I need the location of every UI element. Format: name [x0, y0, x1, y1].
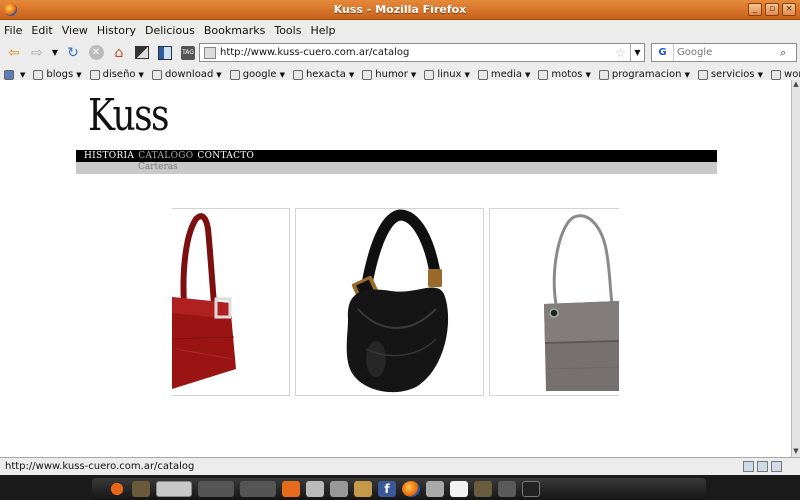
status-translate-icon[interactable] [757, 461, 768, 472]
window-thumbnail-icon[interactable] [198, 481, 234, 497]
facebook-icon[interactable]: f [378, 481, 396, 497]
tag-icon[interactable]: TAG [178, 43, 198, 63]
menu-bookmarks[interactable]: Bookmarks [204, 24, 265, 37]
bookmark-folder[interactable]: motos ▼ [538, 69, 591, 80]
stop-icon[interactable]: ✕ [86, 43, 106, 63]
home-icon[interactable]: ⌂ [109, 43, 129, 63]
black-handbag-image [346, 209, 449, 393]
bookmark-folder[interactable]: work▼ [771, 69, 800, 80]
folder-icon [292, 69, 303, 80]
bookmark-folder[interactable]: linux ▼ [424, 69, 470, 80]
folder-icon [697, 69, 708, 80]
sidebar-icon[interactable] [155, 43, 175, 63]
vertical-scrollbar[interactable]: ▲ ▼ [791, 80, 800, 457]
site-logo[interactable]: Kuss [88, 90, 170, 141]
folder-icon [151, 69, 162, 80]
bookmark-star-icon[interactable]: ☆ [615, 46, 626, 60]
screenshot-icon[interactable] [132, 43, 152, 63]
folder-icon [538, 69, 549, 80]
maximize-button[interactable]: ▫ [765, 3, 779, 16]
nav-catalogo[interactable]: CATALOGO [138, 151, 193, 161]
navigation-toolbar: ⇦ ⇨ ▼ ↻ ✕ ⌂ TAG ☆ ▼ G ⌕ [0, 40, 800, 65]
app-icon[interactable] [282, 481, 300, 497]
firefox-icon[interactable] [402, 481, 420, 497]
site-favicon-icon [204, 46, 216, 59]
page-content: Kuss HISTORIA CATALOGO CONTACTO Carteras [0, 80, 791, 457]
scroll-down-icon[interactable]: ▼ [792, 447, 800, 457]
folder-icon [771, 69, 782, 80]
gimp-icon[interactable] [498, 481, 516, 497]
close-button[interactable]: × [782, 3, 796, 16]
menu-delicious[interactable]: Delicious [145, 24, 195, 37]
bookmark-folder[interactable]: google ▼ [229, 69, 285, 80]
window-thumbnail-icon[interactable] [156, 481, 192, 497]
title-bar[interactable]: Kuss - Mozilla Firefox _ ▫ × [0, 0, 800, 20]
menu-file[interactable]: File [4, 24, 22, 37]
forward-icon[interactable]: ⇨ [27, 43, 47, 63]
drive-icon[interactable] [426, 481, 444, 497]
desktop-dock: f [92, 478, 706, 500]
text-editor-icon[interactable] [450, 481, 468, 497]
menu-view[interactable]: View [62, 24, 88, 37]
url-bar[interactable]: ☆ ▼ [199, 43, 645, 62]
app-icon[interactable] [354, 481, 372, 497]
window-thumbnail-icon[interactable] [240, 481, 276, 497]
site-nav: HISTORIA CATALOGO CONTACTO [76, 150, 717, 162]
gimp-icon[interactable] [474, 481, 492, 497]
back-icon[interactable]: ⇦ [4, 43, 24, 63]
url-dropdown-icon[interactable]: ▼ [630, 44, 644, 61]
status-resize-icon[interactable] [785, 461, 796, 472]
nav-contacto[interactable]: CONTACTO [197, 151, 254, 161]
minimize-button[interactable]: _ [748, 3, 762, 16]
menu-help[interactable]: Help [310, 24, 335, 37]
site-subnav: Carteras [76, 162, 717, 174]
red-handbag-image [172, 213, 236, 389]
drive-icon[interactable] [306, 481, 324, 497]
search-input[interactable] [677, 47, 777, 58]
bookmark-folder[interactable]: diseño ▼ [89, 69, 144, 80]
menu-history[interactable]: History [97, 24, 136, 37]
status-text: http://www.kuss-cuero.com.ar/catalog [5, 461, 195, 472]
nav-historia[interactable]: HISTORIA [84, 151, 134, 161]
scroll-up-icon[interactable]: ▲ [792, 80, 800, 90]
ubuntu-icon[interactable] [108, 481, 126, 497]
bookmark-folder[interactable]: media ▼ [477, 69, 530, 80]
folder-icon [424, 69, 435, 80]
reload-icon[interactable]: ↻ [63, 43, 83, 63]
folder-icon [229, 69, 240, 80]
search-engine-icon[interactable]: G [652, 44, 674, 61]
url-input[interactable] [220, 47, 616, 58]
folder-icon [89, 69, 100, 80]
subnav-carteras[interactable]: Carteras [138, 162, 178, 172]
workspace-icon[interactable] [132, 481, 150, 497]
menu-edit[interactable]: Edit [31, 24, 52, 37]
bookmark-folder[interactable]: hexacta ▼ [292, 69, 354, 80]
bookmark-folder[interactable]: download ▼ [151, 69, 222, 80]
status-bar: http://www.kuss-cuero.com.ar/catalog [0, 457, 800, 475]
bookmark-folder[interactable]: programacion ▼ [598, 69, 690, 80]
bookmarks-menu-button[interactable]: ▼ [4, 69, 25, 80]
bookmark-folder[interactable]: servicios ▼ [697, 69, 763, 80]
gray-handbag-image [544, 214, 619, 391]
bookmarks-icon [4, 69, 14, 80]
folder-icon [33, 69, 44, 80]
search-icon[interactable]: ⌕ [780, 46, 786, 60]
status-addon-icon[interactable] [743, 461, 754, 472]
folder-icon [362, 69, 373, 80]
product-card[interactable] [295, 208, 484, 396]
folder-icon [477, 69, 488, 80]
folder-icon [598, 69, 609, 80]
product-card[interactable] [489, 208, 619, 396]
status-mail-icon[interactable] [771, 461, 782, 472]
product-card[interactable] [172, 208, 290, 396]
menu-bar: File Edit View History Delicious Bookmar… [0, 20, 800, 40]
menu-tools[interactable]: Tools [274, 24, 301, 37]
bookmark-folder[interactable]: humor ▼ [362, 69, 416, 80]
window-title: Kuss - Mozilla Firefox [333, 3, 467, 16]
bookmark-folder[interactable]: blogs ▼ [33, 69, 82, 80]
terminal-icon[interactable] [522, 481, 540, 497]
history-dropdown-icon[interactable]: ▼ [50, 43, 60, 63]
drive-icon[interactable] [330, 481, 348, 497]
search-bar[interactable]: G ⌕ [651, 43, 797, 62]
